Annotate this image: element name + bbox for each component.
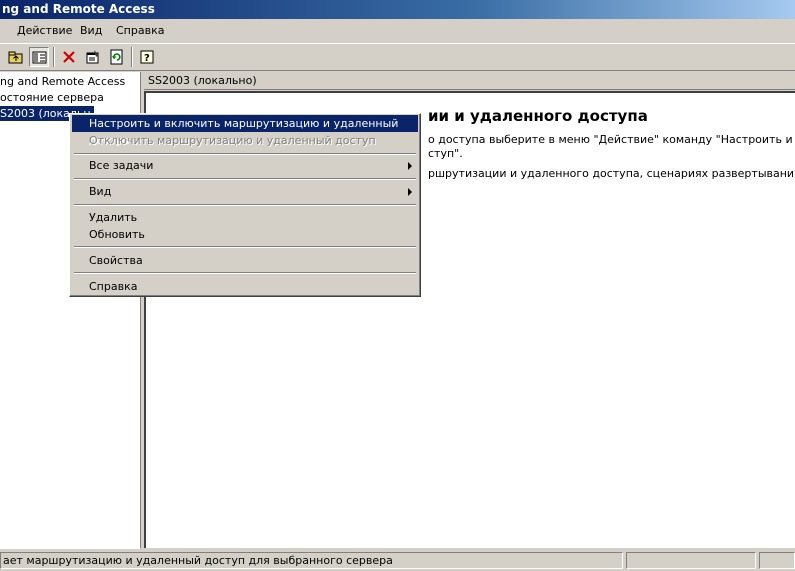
menu-item-configure[interactable]: Настроить и включить маршрутизацию и уда… [72,115,418,147]
svg-text:?: ? [144,53,150,64]
status-text: ает маршрутизацию и удаленный доступ для… [0,552,623,569]
menu-item-disable: Отключить маршрутизацию и удаленный дост… [89,134,376,147]
menu-help[interactable]: Справка [116,24,164,37]
status-panel-3 [759,552,795,569]
show-hide-tree-button[interactable] [29,47,49,67]
menu-item-view-label: Вид [89,185,112,198]
menu-separator [74,272,416,274]
properties-button[interactable] [83,47,103,67]
properties-icon [86,50,99,64]
menu-bar: Действие Вид Справка [0,21,795,41]
menu-view[interactable]: Вид [80,24,102,37]
context-menu: Настроить и включить маршрутизацию и уда… [69,113,421,297]
status-bar: ает маршрутизацию и удаленный доступ для… [0,550,795,571]
details-text-line1: о доступа выберите в меню "Действие" ком… [428,133,793,146]
toolbar-separator [53,47,55,67]
menu-item-all-tasks[interactable]: Все задачи [72,157,418,174]
submenu-arrow-icon [408,188,412,196]
details-heading: ии и удаленного доступа [428,107,648,125]
window-title: ng and Remote Access [2,2,155,16]
details-text-line3: ршрутизации и удаленного доступа, сценар… [428,167,795,180]
up-folder-button[interactable] [6,47,26,67]
status-panel-2 [626,552,756,569]
menu-separator [74,178,416,180]
details-header: SS2003 (локально) [144,72,795,90]
submenu-arrow-icon [408,162,412,170]
refresh-icon [110,49,123,65]
up-folder-icon [8,51,23,64]
menu-item-delete[interactable]: Удалить [72,209,418,226]
menu-action[interactable]: Действие [17,24,72,37]
delete-button[interactable] [59,47,79,67]
show-hide-tree-icon [32,51,47,64]
menu-item-properties[interactable]: Свойства [72,252,418,269]
menu-separator [74,153,416,155]
menu-item-refresh[interactable]: Обновить [72,226,418,243]
toolbar: ? [0,43,795,71]
help-icon: ? [140,50,154,64]
help-button[interactable]: ? [137,47,157,67]
delete-icon [63,51,75,63]
menu-separator [74,246,416,248]
details-text-line2: ступ". [428,147,463,160]
menu-separator [74,204,416,206]
menu-item-all-tasks-label: Все задачи [89,159,154,172]
menu-item-view[interactable]: Вид [72,183,418,200]
tree-item-server-status[interactable]: остояние сервера [0,90,104,105]
refresh-button[interactable] [107,47,127,67]
toolbar-separator [131,47,133,67]
window-title-bar[interactable]: ng and Remote Access [0,0,795,19]
menu-item-help[interactable]: Справка [72,278,418,295]
tree-item-routing-root[interactable]: ng and Remote Access [0,74,125,89]
